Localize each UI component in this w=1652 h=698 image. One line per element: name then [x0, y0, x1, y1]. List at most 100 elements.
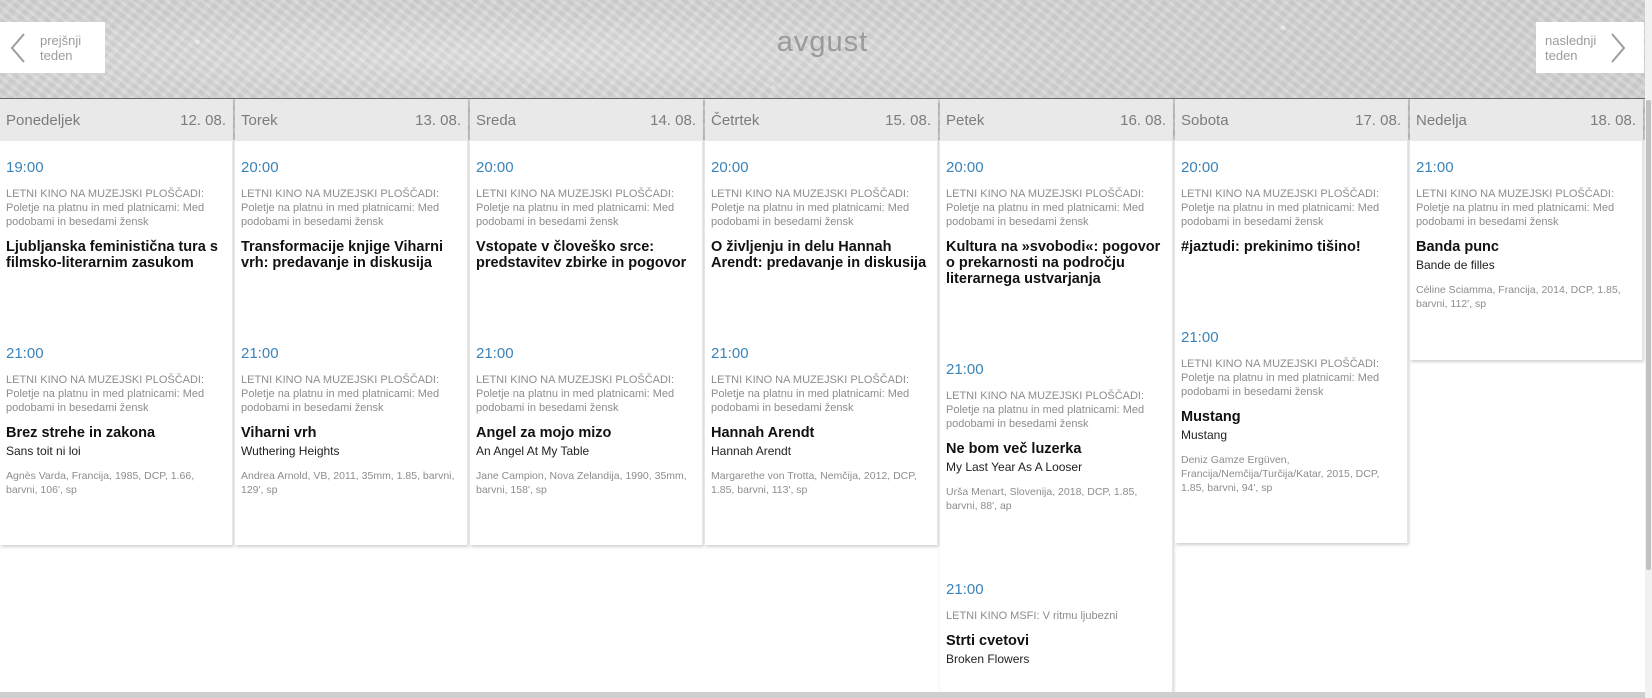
- event-item[interactable]: 21:00 LETNI KINO NA MUZEJSKI PLOŠČADI: P…: [711, 345, 931, 497]
- week-program-page: prejšnji teden avgust naslednji teden Po…: [0, 0, 1645, 698]
- event-info: Agnès Varda, Francija, 1985, DCP, 1.66, …: [6, 470, 195, 496]
- event-item[interactable]: 21:00 LETNI KINO NA MUZEJSKI PLOŠČADI: P…: [946, 361, 1166, 581]
- day-name: Petek: [946, 111, 985, 129]
- event-original-title: An Angel At My Table: [476, 444, 590, 458]
- event-title[interactable]: Hannah Arendt: [711, 425, 931, 441]
- next-week-button[interactable]: naslednji teden: [1536, 22, 1644, 73]
- event-time: 19:00: [6, 159, 44, 176]
- day-header: Torek 13. 08.: [235, 99, 467, 141]
- event-time: 20:00: [1181, 159, 1219, 176]
- event-item[interactable]: 21:00 LETNI KINO NA MUZEJSKI PLOŠČADI: P…: [6, 345, 226, 497]
- event-series: LETNI KINO MSFI: V ritmu ljubezni: [946, 610, 1118, 622]
- day-name: Torek: [241, 111, 278, 129]
- day-date: 18. 08.: [1590, 111, 1636, 129]
- event-info: Margarethe von Trotta, Nemčija, 2012, DC…: [711, 470, 917, 496]
- event-time: 21:00: [1181, 329, 1219, 346]
- event-time: 21:00: [6, 345, 44, 362]
- event-series: LETNI KINO NA MUZEJSKI PLOŠČADI: Poletje…: [711, 374, 910, 414]
- vertical-scrollbar[interactable]: [1645, 0, 1652, 698]
- event-series: LETNI KINO NA MUZEJSKI PLOŠČADI: Poletje…: [946, 390, 1145, 430]
- event-item[interactable]: 20:00 LETNI KINO NA MUZEJSKI PLOŠČADI: P…: [476, 159, 696, 345]
- event-series: LETNI KINO NA MUZEJSKI PLOŠČADI: Poletje…: [1416, 188, 1615, 228]
- event-series: LETNI KINO NA MUZEJSKI PLOŠČADI: Poletje…: [6, 188, 205, 228]
- event-series: LETNI KINO NA MUZEJSKI PLOŠČADI: Poletje…: [476, 188, 675, 228]
- event-original-title: My Last Year As A Looser: [946, 460, 1083, 474]
- day-header: Sobota 17. 08.: [1175, 99, 1407, 141]
- event-title[interactable]: Banda punc: [1416, 239, 1636, 255]
- event-time: 21:00: [946, 581, 984, 598]
- event-title[interactable]: Ljubljanska feministična tura s filmsko-…: [6, 239, 226, 271]
- day-date: 15. 08.: [885, 111, 931, 129]
- event-time: 20:00: [241, 159, 279, 176]
- event-item[interactable]: 21:00 LETNI KINO NA MUZEJSKI PLOŠČADI: P…: [1181, 329, 1401, 495]
- event-item[interactable]: 20:00 LETNI KINO NA MUZEJSKI PLOŠČADI: P…: [711, 159, 931, 345]
- event-series: LETNI KINO NA MUZEJSKI PLOŠČADI: Poletje…: [476, 374, 675, 414]
- next-week-label: naslednji teden: [1545, 32, 1597, 63]
- event-series: LETNI KINO NA MUZEJSKI PLOŠČADI: Poletje…: [6, 374, 205, 414]
- event-item[interactable]: 21:00 LETNI KINO NA MUZEJSKI PLOŠČADI: P…: [476, 345, 696, 497]
- event-title[interactable]: Kultura na »svobodi«: pogovor o prekarno…: [946, 239, 1166, 287]
- event-time: 21:00: [476, 345, 514, 362]
- event-item[interactable]: 19:00 LETNI KINO NA MUZEJSKI PLOŠČADI: P…: [6, 159, 226, 345]
- day-name: Sreda: [476, 111, 517, 129]
- event-time: 21:00: [946, 361, 984, 378]
- event-title[interactable]: Vstopate v človeško srce: predstavitev z…: [476, 239, 696, 271]
- event-original-title: Sans toit ni loi: [6, 444, 81, 458]
- event-title[interactable]: Strti cvetovi: [946, 633, 1166, 649]
- event-original-title: Hannah Arendt: [711, 444, 792, 458]
- event-series: LETNI KINO NA MUZEJSKI PLOŠČADI: Poletje…: [711, 188, 910, 228]
- event-time: 20:00: [946, 159, 984, 176]
- event-item[interactable]: 20:00 LETNI KINO NA MUZEJSKI PLOŠČADI: P…: [946, 159, 1166, 361]
- event-item[interactable]: 20:00 LETNI KINO NA MUZEJSKI PLOŠČADI: P…: [1181, 159, 1401, 329]
- event-title[interactable]: Mustang: [1181, 409, 1401, 425]
- event-item[interactable]: 21:00 LETNI KINO MSFI: V ritmu ljubezni …: [946, 581, 1166, 666]
- day-header: Ponedeljek 12. 08.: [0, 99, 232, 141]
- day-column-friday: Petek 16. 08. 20:00 LETNI KINO NA MUZEJS…: [940, 99, 1173, 698]
- day-column-monday: Ponedeljek 12. 08. 19:00 LETNI KINO NA M…: [0, 99, 233, 545]
- day-column-sunday: Nedelja 18. 08. 21:00 LETNI KINO NA MUZE…: [1410, 99, 1643, 360]
- event-title[interactable]: Brez strehe in zakona: [6, 425, 226, 441]
- day-header: Sreda 14. 08.: [470, 99, 702, 141]
- event-info: Jane Campion, Nova Zelandija, 1990, 35mm…: [476, 470, 687, 496]
- event-item[interactable]: 21:00 LETNI KINO NA MUZEJSKI PLOŠČADI: P…: [241, 345, 461, 497]
- day-name: Ponedeljek: [6, 111, 81, 129]
- day-name: Sobota: [1181, 111, 1229, 129]
- day-date: 13. 08.: [415, 111, 461, 129]
- event-title[interactable]: O življenju in delu Hannah Arendt: preda…: [711, 239, 931, 271]
- day-name: Nedelja: [1416, 111, 1467, 129]
- bottom-bar: [0, 692, 1645, 698]
- day-date: 14. 08.: [650, 111, 696, 129]
- event-info: Céline Sciamma, Francija, 2014, DCP, 1.8…: [1416, 284, 1621, 310]
- event-title[interactable]: Transformacije knjige Viharni vrh: preda…: [241, 239, 461, 271]
- event-time: 20:00: [711, 159, 749, 176]
- event-title[interactable]: Ne bom več luzerka: [946, 441, 1166, 457]
- event-series: LETNI KINO NA MUZEJSKI PLOŠČADI: Poletje…: [1181, 358, 1380, 398]
- day-date: 17. 08.: [1355, 111, 1401, 129]
- event-info: Andrea Arnold, VB, 2011, 35mm, 1.85, bar…: [241, 470, 455, 496]
- event-time: 21:00: [711, 345, 749, 362]
- event-series: LETNI KINO NA MUZEJSKI PLOŠČADI: Poletje…: [1181, 188, 1380, 228]
- event-series: LETNI KINO NA MUZEJSKI PLOŠČADI: Poletje…: [241, 374, 440, 414]
- day-name: Četrtek: [711, 111, 760, 129]
- day-header: Nedelja 18. 08.: [1410, 99, 1642, 141]
- event-title[interactable]: #jaztudi: prekinimo tišino!: [1181, 239, 1401, 255]
- day-date: 12. 08.: [180, 111, 226, 129]
- day-header: Petek 16. 08.: [940, 99, 1172, 141]
- event-info: Urša Menart, Slovenija, 2018, DCP, 1.85,…: [946, 486, 1138, 512]
- scrollbar-thumb[interactable]: [1646, 100, 1651, 570]
- event-title[interactable]: Viharni vrh: [241, 425, 461, 441]
- month-title: avgust: [776, 26, 869, 58]
- event-original-title: Broken Flowers: [946, 652, 1030, 666]
- event-series: LETNI KINO NA MUZEJSKI PLOŠČADI: Poletje…: [241, 188, 440, 228]
- event-item[interactable]: 20:00 LETNI KINO NA MUZEJSKI PLOŠČADI: P…: [241, 159, 461, 345]
- day-column-thursday: Četrtek 15. 08. 20:00 LETNI KINO NA MUZE…: [705, 99, 938, 545]
- day-column-tuesday: Torek 13. 08. 20:00 LETNI KINO NA MUZEJS…: [235, 99, 468, 545]
- chevron-right-icon: [1611, 32, 1626, 63]
- event-original-title: Mustang: [1181, 428, 1228, 442]
- event-time: 21:00: [241, 345, 279, 362]
- event-series: LETNI KINO NA MUZEJSKI PLOŠČADI: Poletje…: [946, 188, 1145, 228]
- event-original-title: Wuthering Heights: [241, 444, 340, 458]
- day-column-wednesday: Sreda 14. 08. 20:00 LETNI KINO NA MUZEJS…: [470, 99, 703, 545]
- event-title[interactable]: Angel za mojo mizo: [476, 425, 696, 441]
- event-item[interactable]: 21:00 LETNI KINO NA MUZEJSKI PLOŠČADI: P…: [1416, 159, 1636, 311]
